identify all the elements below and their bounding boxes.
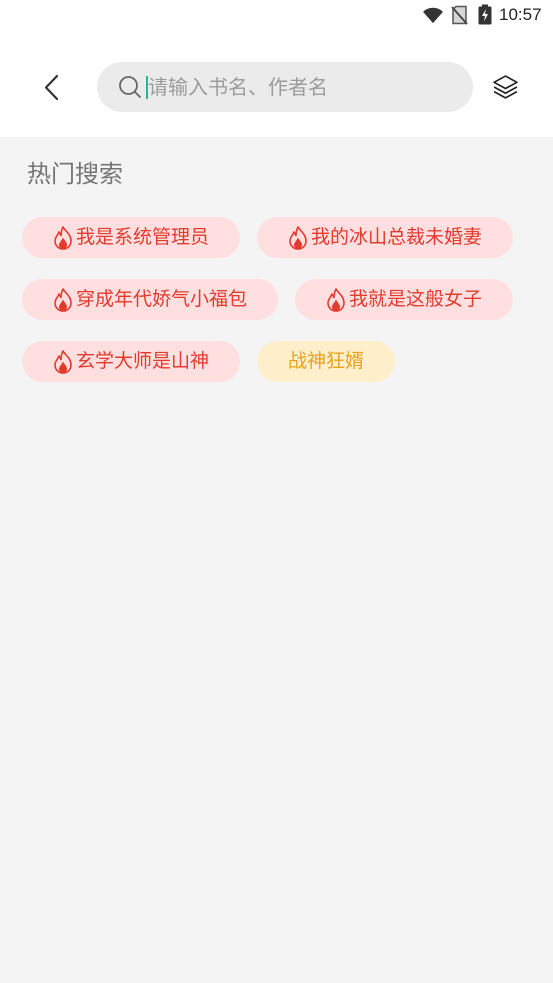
tag-label: 我的冰山总裁未婚妻 <box>311 226 483 248</box>
tag-label: 我是系统管理员 <box>76 226 210 248</box>
fire-icon <box>54 225 72 250</box>
layers-icon <box>493 75 518 99</box>
hot-search-tags: 我是系统管理员 我的冰山总裁未婚妻 穿成年代娇气小福包 我就是这般女子 玄学大师… <box>22 217 531 382</box>
tag-label: 我就是这般女子 <box>349 288 483 310</box>
tag-label: 穿成年代娇气小福包 <box>76 288 248 310</box>
search-icon <box>119 76 141 98</box>
back-button[interactable] <box>40 71 62 104</box>
chevron-left-icon <box>44 74 58 101</box>
fire-icon <box>327 287 345 312</box>
wifi-icon <box>423 7 443 24</box>
battery-charging-icon <box>478 4 492 25</box>
fire-icon <box>54 349 72 374</box>
search-bar[interactable] <box>97 62 473 112</box>
hot-search-title: 热门搜索 <box>27 160 123 188</box>
hot-search-tag[interactable]: 我是系统管理员 <box>22 217 241 258</box>
search-screen: 10:57 热门搜索 <box>0 0 553 983</box>
hot-search-tag[interactable]: 玄学大师是山神 <box>22 341 241 382</box>
header: 10:57 <box>0 0 553 137</box>
fire-icon <box>54 287 72 312</box>
hot-search-tag[interactable]: 我的冰山总裁未婚妻 <box>257 217 514 258</box>
search-input[interactable] <box>148 62 458 112</box>
bookshelf-button[interactable] <box>490 72 521 103</box>
hot-search-tag[interactable]: 战神狂婿 <box>257 341 396 382</box>
no-sim-icon <box>451 5 468 25</box>
tag-label: 玄学大师是山神 <box>76 350 210 372</box>
status-time: 10:57 <box>499 5 542 24</box>
hot-search-tag[interactable]: 穿成年代娇气小福包 <box>22 279 279 320</box>
hot-search-tag[interactable]: 我就是这般女子 <box>295 279 514 320</box>
tag-label: 战神狂婿 <box>288 350 365 372</box>
fire-icon <box>289 225 307 250</box>
